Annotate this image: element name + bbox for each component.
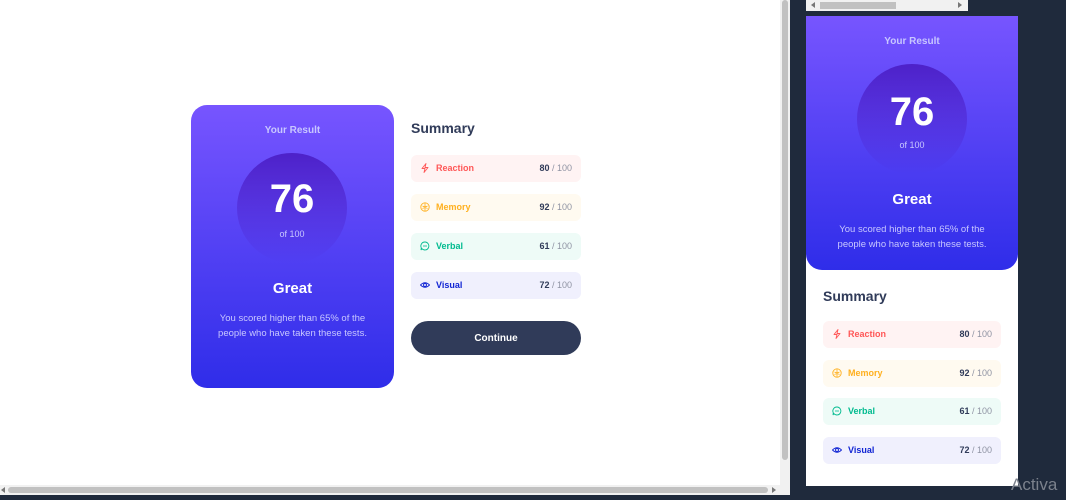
- vertical-scrollbar[interactable]: [780, 0, 790, 485]
- chat-icon: [832, 406, 842, 416]
- result-description: You scored higher than 65% of the people…: [837, 224, 987, 250]
- mobile-preview: Your Result 76 of 100 Great You scored h…: [806, 16, 1018, 486]
- result-card: Your Result 76 of 100 Great You scored h…: [806, 16, 1018, 270]
- brain-icon: [832, 368, 842, 378]
- continue-button[interactable]: Continue: [411, 321, 581, 355]
- summary-item-label: Visual: [848, 445, 875, 455]
- activation-watermark: Activa: [1011, 475, 1058, 494]
- summary-item-score: 80 / 100: [539, 163, 572, 173]
- scroll-left-arrow-icon[interactable]: [1, 487, 5, 493]
- score-of: of 100: [899, 140, 925, 150]
- summary-item-label: Verbal: [436, 241, 464, 251]
- scrollbar-thumb[interactable]: [782, 0, 788, 460]
- scroll-right-arrow-icon[interactable]: [772, 487, 776, 493]
- summary-item-score: 92 / 100: [539, 202, 572, 212]
- score-circle: 76 of 100: [857, 64, 967, 174]
- score-value: 76: [269, 177, 315, 221]
- scroll-left-arrow-icon[interactable]: [811, 2, 815, 8]
- summary-title: Summary: [411, 120, 475, 136]
- chat-icon: [420, 241, 430, 251]
- result-grade: Great: [272, 280, 313, 297]
- result-description: You scored higher than 65% of the people…: [218, 313, 367, 339]
- scrollbar-thumb[interactable]: [820, 2, 896, 9]
- summary-item-visual: Visual 72 / 100: [823, 437, 1001, 464]
- summary-item-score: 61 / 100: [539, 241, 572, 251]
- summary-item-label: Verbal: [848, 406, 876, 416]
- score-circle: 76 of 100: [237, 153, 347, 263]
- summary-item-memory: Memory 92 / 100: [823, 360, 1001, 387]
- summary-item-score: 61 / 100: [959, 406, 992, 416]
- eye-icon: [832, 447, 842, 453]
- summary-item-label: Memory: [436, 202, 471, 212]
- summary-item-verbal: Verbal 61 / 100: [823, 398, 1001, 425]
- summary-item-score: 80 / 100: [959, 329, 992, 339]
- score-value: 76: [889, 90, 935, 134]
- desktop-preview: Your Result 76 of 100 Great You scored h…: [0, 0, 780, 485]
- summary-item-reaction: Reaction 80 / 100: [411, 155, 581, 182]
- summary-item-score: 72 / 100: [959, 445, 992, 455]
- summary-panel: Summary: [411, 120, 581, 136]
- bolt-icon: [421, 163, 429, 173]
- scrollbar-thumb[interactable]: [8, 487, 768, 493]
- eye-icon: [420, 282, 430, 288]
- horizontal-scrollbar[interactable]: [0, 485, 790, 495]
- summary-item-reaction: Reaction 80 / 100: [823, 321, 1001, 348]
- summary-title: Summary: [823, 288, 887, 304]
- bolt-icon: [833, 329, 841, 339]
- summary-item-label: Memory: [848, 368, 883, 378]
- summary-item-visual: Visual 72 / 100: [411, 272, 581, 299]
- result-title: Your Result: [264, 125, 321, 136]
- result-title: Your Result: [884, 36, 940, 47]
- summary-item-label: Reaction: [436, 163, 475, 173]
- result-card: Your Result 76 of 100 Great You scored h…: [191, 105, 394, 388]
- summary-item-verbal: Verbal 61 / 100: [411, 233, 581, 260]
- score-of: of 100: [279, 229, 305, 239]
- summary-item-score: 92 / 100: [959, 368, 992, 378]
- brain-icon: [420, 202, 430, 212]
- summary-item-label: Visual: [436, 280, 463, 290]
- scroll-right-arrow-icon[interactable]: [958, 2, 962, 8]
- summary-item-score: 72 / 100: [539, 280, 572, 290]
- summary-item-memory: Memory 92 / 100: [411, 194, 581, 221]
- summary-item-label: Reaction: [848, 329, 887, 339]
- result-grade: Great: [892, 191, 932, 208]
- mobile-horizontal-scrollbar[interactable]: [806, 0, 968, 11]
- summary-panel: Summary: [823, 288, 1001, 304]
